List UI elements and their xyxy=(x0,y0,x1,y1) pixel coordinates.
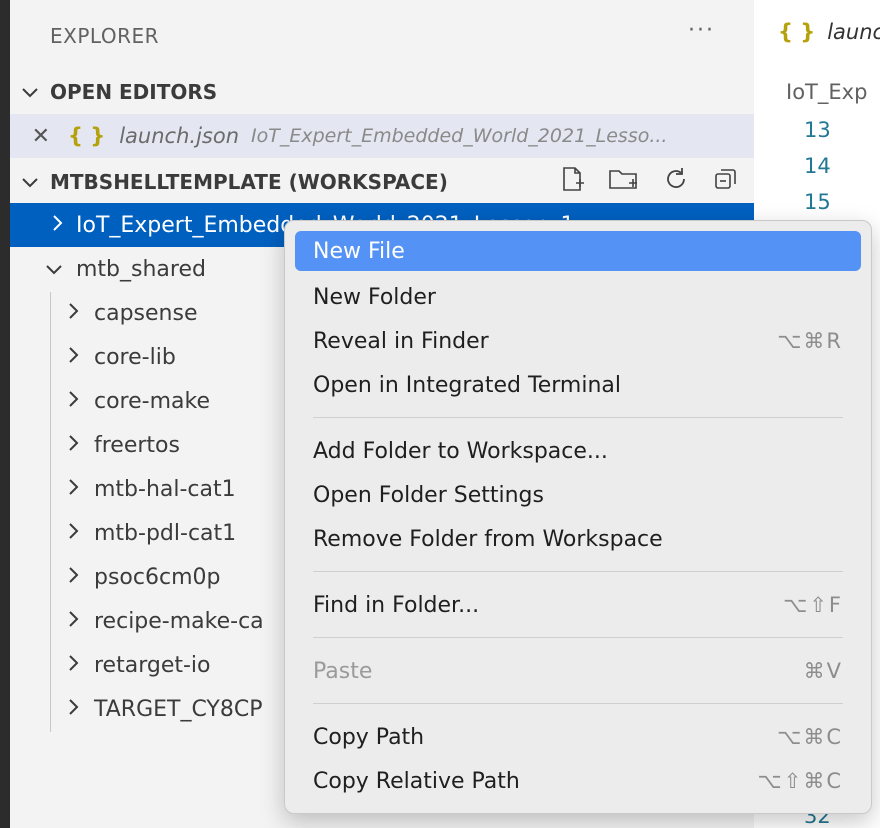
menu-item-label: Find in Folder... xyxy=(313,592,480,618)
tree-item-label: recipe-make-ca xyxy=(94,608,264,634)
menu-item-label: Open Folder Settings xyxy=(313,482,544,508)
menu-item-paste[interactable]: Paste ⌘V xyxy=(295,651,861,691)
menu-item-shortcut: ⌘V xyxy=(803,659,843,683)
chevron-right-icon xyxy=(62,522,86,544)
menu-separator xyxy=(313,571,843,572)
menu-item-label: New File xyxy=(313,238,405,264)
menu-item-reveal-in-finder[interactable]: Reveal in Finder ⌥⌘R xyxy=(295,321,861,361)
activity-bar-edge xyxy=(0,0,10,828)
workspace-label: MTBSHELLTEMPLATE (WORKSPACE) xyxy=(50,170,448,194)
menu-item-label: Copy Path xyxy=(313,724,425,750)
chevron-right-icon xyxy=(62,478,86,500)
menu-separator xyxy=(313,637,843,638)
open-editor-path: IoT_Expert_Embedded_World_2021_Lesso... xyxy=(251,125,668,147)
chevron-down-icon xyxy=(42,259,66,280)
tree-item-label: freertos xyxy=(94,432,180,458)
menu-item-add-folder[interactable]: Add Folder to Workspace... xyxy=(295,431,861,471)
chevron-right-icon xyxy=(46,214,70,236)
editor-tab[interactable]: { } launc xyxy=(778,20,880,44)
breadcrumb[interactable]: IoT_Exp xyxy=(786,80,867,104)
close-icon[interactable]: ✕ xyxy=(10,124,56,149)
menu-item-shortcut: ⌥⌘C xyxy=(777,725,843,749)
menu-item-find-in-folder[interactable]: Find in Folder... ⌥⇧F xyxy=(295,585,861,625)
menu-item-copy-path[interactable]: Copy Path ⌥⌘C xyxy=(295,717,861,757)
open-editors-header[interactable]: OPEN EDITORS xyxy=(10,70,754,114)
collapse-all-icon[interactable] xyxy=(712,165,740,199)
context-menu: New File New Folder Reveal in Finder ⌥⌘R … xyxy=(284,220,872,814)
menu-item-label: Reveal in Finder xyxy=(313,328,489,354)
chevron-right-icon xyxy=(62,434,86,456)
json-file-icon: { } xyxy=(68,124,106,148)
menu-item-folder-settings[interactable]: Open Folder Settings xyxy=(295,475,861,515)
menu-item-remove-folder[interactable]: Remove Folder from Workspace xyxy=(295,519,861,559)
menu-item-shortcut: ⌥⇧⌘C xyxy=(757,769,843,793)
menu-item-shortcut: ⌥⌘R xyxy=(777,329,843,353)
explorer-title: EXPLORER xyxy=(50,24,159,48)
chevron-right-icon xyxy=(62,698,86,720)
tree-item-label: psoc6cm0p xyxy=(94,564,221,590)
workspace-header[interactable]: MTBSHELLTEMPLATE (WORKSPACE) xyxy=(10,160,754,204)
tree-item-label: capsense xyxy=(94,300,198,326)
chevron-right-icon xyxy=(62,654,86,676)
menu-item-label: Paste xyxy=(313,658,373,684)
editor-tab-label: launc xyxy=(827,20,880,44)
menu-item-new-file[interactable]: New File xyxy=(295,231,861,271)
menu-item-label: New Folder xyxy=(313,284,436,310)
menu-item-new-folder[interactable]: New Folder xyxy=(295,277,861,317)
chevron-right-icon xyxy=(62,346,86,368)
tree-item-label: mtb-pdl-cat1 xyxy=(94,520,237,546)
menu-item-label: Add Folder to Workspace... xyxy=(313,438,608,464)
json-file-icon: { } xyxy=(778,20,816,44)
new-folder-icon[interactable] xyxy=(608,165,640,199)
tree-item-label: core-make xyxy=(94,388,210,414)
refresh-icon[interactable] xyxy=(662,165,690,199)
menu-item-label: Open in Integrated Terminal xyxy=(313,372,621,398)
more-actions-icon[interactable]: ··· xyxy=(688,18,715,43)
open-editors-label: OPEN EDITORS xyxy=(50,80,218,104)
chevron-right-icon xyxy=(62,302,86,324)
line-number: 13 xyxy=(804,118,831,142)
tree-item-label: mtb-hal-cat1 xyxy=(94,476,236,502)
tree-item-label: TARGET_CY8CP xyxy=(94,696,263,722)
line-number: 14 xyxy=(804,154,831,178)
open-editor-item[interactable]: ✕ { } launch.json IoT_Expert_Embedded_Wo… xyxy=(10,114,754,158)
menu-item-open-terminal[interactable]: Open in Integrated Terminal xyxy=(295,365,861,405)
menu-item-shortcut: ⌥⇧F xyxy=(783,593,843,617)
chevron-right-icon xyxy=(62,610,86,632)
menu-separator xyxy=(313,703,843,704)
open-editor-name: launch.json xyxy=(119,124,240,148)
new-file-icon[interactable] xyxy=(558,165,586,199)
menu-item-label: Remove Folder from Workspace xyxy=(313,526,663,552)
line-number: 15 xyxy=(804,190,831,214)
menu-item-copy-relative-path[interactable]: Copy Relative Path ⌥⇧⌘C xyxy=(295,761,861,801)
chevron-right-icon xyxy=(62,390,86,412)
chevron-down-icon xyxy=(10,173,50,192)
workspace-actions xyxy=(558,160,740,204)
tree-item-label: core-lib xyxy=(94,344,176,370)
chevron-right-icon xyxy=(62,566,86,588)
menu-separator xyxy=(313,417,843,418)
chevron-down-icon xyxy=(10,83,50,102)
tree-item-label: retarget-io xyxy=(94,652,211,678)
tree-item-label: mtb_shared xyxy=(76,256,206,282)
menu-item-label: Copy Relative Path xyxy=(313,768,520,794)
